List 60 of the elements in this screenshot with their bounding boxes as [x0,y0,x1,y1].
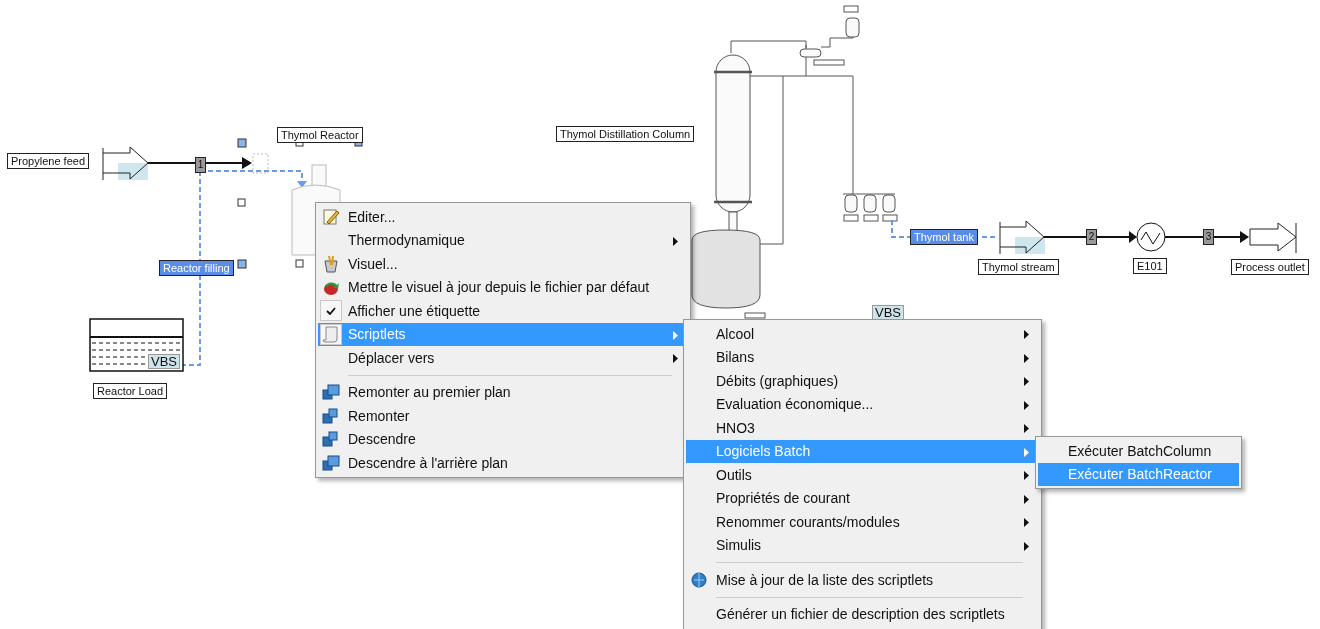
submenu-arrow-icon [1024,330,1029,339]
menu-item[interactable]: Thermodynamique [318,228,688,252]
unit-label: Thymol Reactor [277,127,363,143]
notepad-pencil-icon [322,207,340,226]
stream-number: 1 [195,157,206,173]
bring-to-front-icon [322,454,340,471]
bring-to-front-icon [322,384,340,400]
menu-item[interactable]: Visuel... [318,252,688,276]
menu-item[interactable]: Générer un fichier de description des scriptlets [686,602,1039,626]
unit-label: Reactor filling [159,260,234,276]
menu-item[interactable]: Alcool [686,322,1039,346]
menu-item[interactable]: HNO3 [686,416,1039,440]
menu-item[interactable]: Bilans [686,345,1039,369]
stream-number: 3 [1203,229,1214,245]
paint-pot-icon [322,254,340,273]
layers-icon [322,431,340,447]
menu-item[interactable]: Outils [686,463,1039,487]
product-arrow-icon [999,220,1045,255]
unit-label: Thymol tank [910,229,978,245]
feed-arrow-icon [102,146,149,181]
menu-item[interactable]: Exécuter BatchColumn [1038,439,1239,463]
menu-item[interactable]: Propriétés de courant [686,486,1039,510]
unit-label: E101 [1133,258,1167,274]
vbs-tag: VBS [148,354,180,369]
submenu-arrow-icon [1024,400,1029,410]
menu-item[interactable]: Mise à jour de la liste des scriptlets [686,568,1039,592]
mixer-outline [252,153,269,174]
unit-label: Reactor Load [93,383,168,399]
menu-item[interactable]: Descendre à l'arrière plan [318,451,688,475]
submenu-arrow-icon [1024,518,1029,527]
unit-label: Thymol stream [978,259,1059,275]
stream-number: 2 [1086,229,1097,245]
unit-label: Process outlet [1231,259,1309,275]
submenu-arrow-icon [1024,494,1029,504]
menu-item[interactable]: Mettre le visuel à jour depuis le fichier par défaut [318,275,688,299]
menu-item[interactable]: Déplacer vers [318,346,688,370]
submenu-arrow-icon [673,354,678,363]
menu-item[interactable]: Afficher une étiquette [318,299,688,323]
menu-item[interactable]: Renommer courants/modules [686,510,1039,534]
submenu-arrow-icon [1024,377,1029,386]
menu-item[interactable]: Editer... [318,205,688,229]
scroll-icon [322,325,340,343]
submenu-arrow-icon [673,330,678,340]
outlet-arrow-icon [1240,222,1297,254]
unit-label: Propylene feed [7,153,89,169]
menu-item[interactable]: Remonter [318,404,688,428]
menu-item[interactable]: Débits (graphiques) [686,369,1039,393]
submenu-arrow-icon [1024,424,1029,433]
menu-item[interactable]: Simulis [686,533,1039,557]
heat-exchanger-icon [1129,222,1166,252]
submenu-arrow-icon [1024,471,1029,480]
submenu-arrow-icon [1024,353,1029,363]
menu-item[interactable]: Remonter au premier plan [318,380,688,404]
submenu-arrow-icon [1024,447,1029,457]
submenu-arrow-icon [1024,541,1029,551]
menu-item[interactable]: Evaluation économique... [686,392,1039,416]
menu-item[interactable]: Descendre [318,427,688,451]
unit-label: Thymol Distillation Column [556,126,695,142]
submenu-arrow-icon [673,236,678,246]
layers-icon [322,407,340,424]
